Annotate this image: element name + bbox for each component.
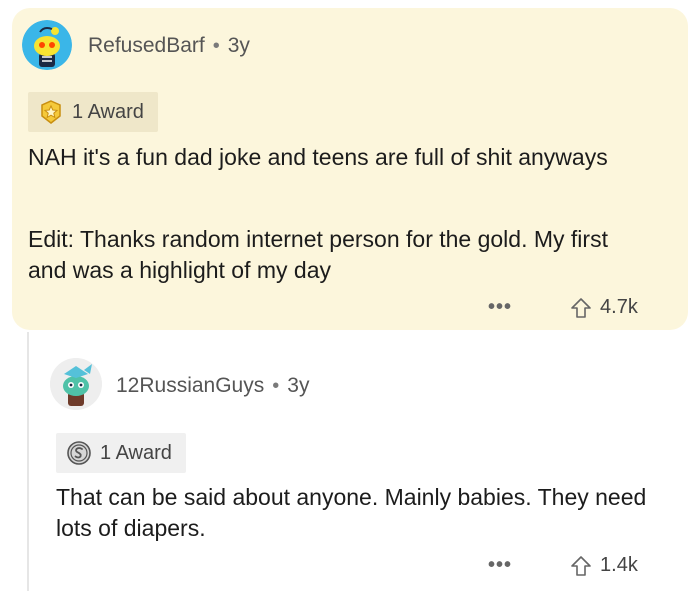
more-options-button[interactable]: •••	[488, 554, 512, 577]
user-avatar[interactable]	[50, 358, 102, 410]
thread-line[interactable]	[27, 332, 29, 591]
comment-age: 3y	[227, 34, 250, 57]
comment-actions: ••• 4.7k	[488, 296, 638, 319]
award-label: 1 Award	[72, 100, 144, 123]
star-award-icon	[38, 99, 64, 125]
meta-separator: •	[212, 34, 220, 57]
vote-count: 4.7k	[600, 296, 638, 318]
comment-age: 3y	[287, 374, 310, 397]
comment-meta: 12RussianGuys • 3y	[116, 374, 309, 398]
silver-award-icon	[66, 440, 92, 466]
user-avatar[interactable]	[22, 20, 72, 70]
comment-body-paragraph: NAH it's a fun dad joke and teens are fu…	[28, 144, 608, 170]
award-badge[interactable]: 1 Award	[28, 92, 158, 132]
vote-count: 1.4k	[600, 554, 638, 576]
comment-body-paragraph: Edit: Thanks random internet person for …	[28, 226, 608, 283]
username-link[interactable]: RefusedBarf	[88, 34, 205, 58]
more-options-button[interactable]: •••	[488, 296, 512, 319]
snoo-avatar-icon	[22, 20, 72, 70]
comment-actions: ••• 1.4k	[488, 554, 638, 577]
username-link[interactable]: 12RussianGuys	[116, 374, 264, 398]
upvote-arrow-icon	[571, 297, 591, 318]
award-badge[interactable]: 1 Award	[56, 433, 186, 473]
award-label: 1 Award	[100, 441, 172, 464]
upvote-arrow-icon	[571, 555, 591, 576]
meta-separator: •	[272, 374, 280, 397]
comment-meta: RefusedBarf • 3y	[88, 34, 250, 58]
upvote-button[interactable]: 4.7k	[570, 296, 638, 319]
comment-body-paragraph: That can be said about anyone. Mainly ba…	[56, 484, 647, 541]
snoo-avatar-icon	[50, 358, 102, 410]
upvote-button[interactable]: 1.4k	[570, 554, 638, 577]
